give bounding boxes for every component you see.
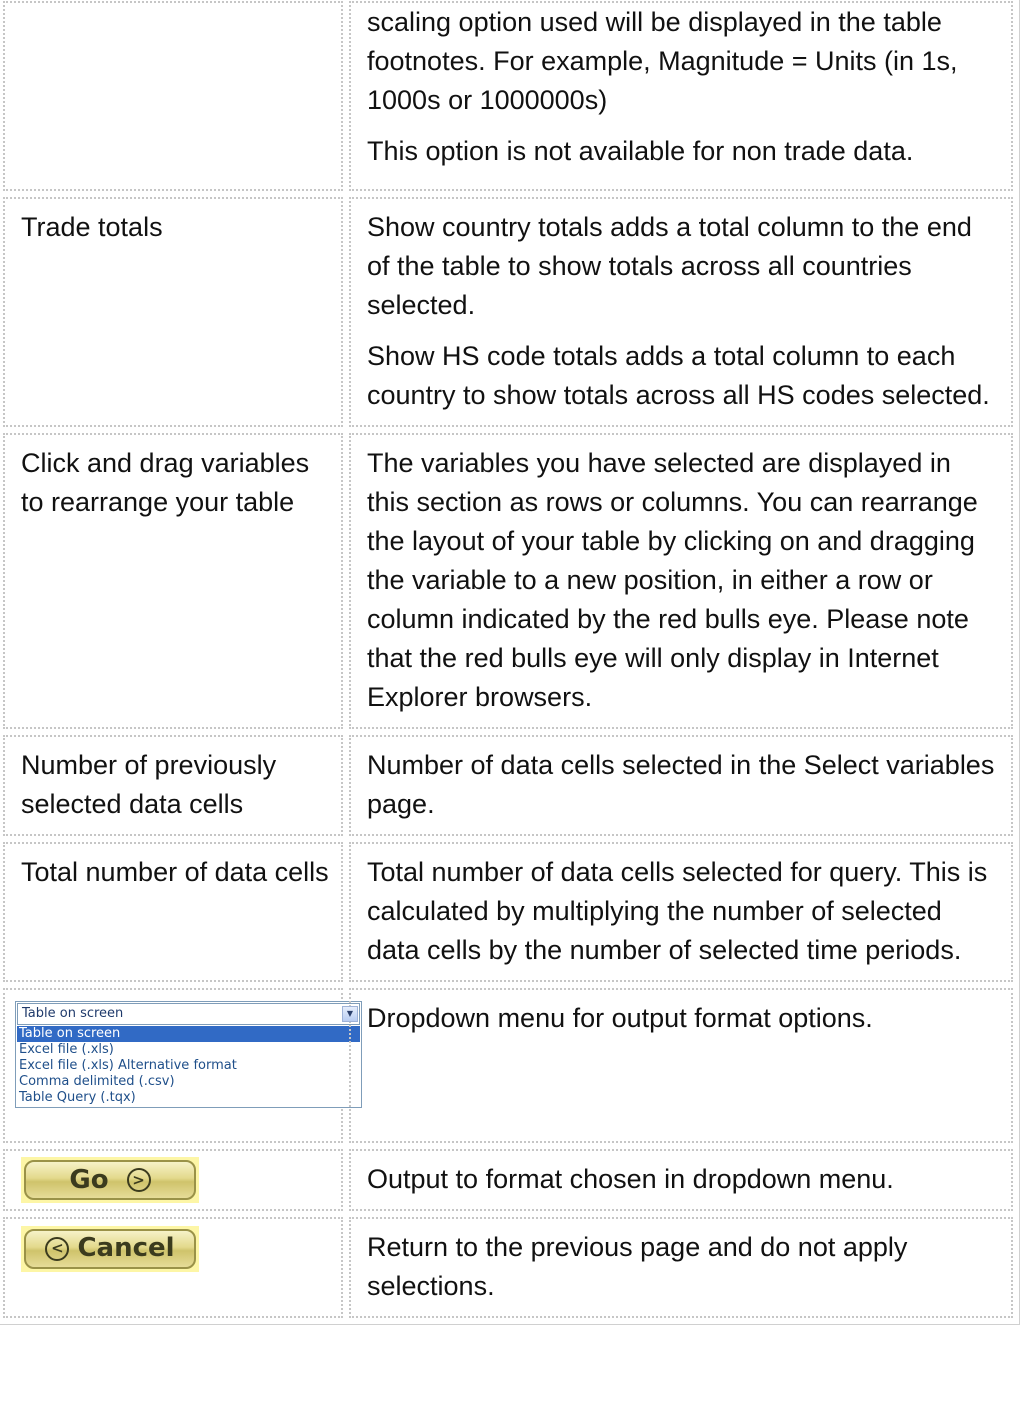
- row-label-cell: Trade totals: [3, 197, 343, 427]
- row-description-cell: Number of data cells selected in the Sel…: [349, 735, 1013, 836]
- dropdown-option[interactable]: Comma delimited (.csv): [17, 1074, 360, 1090]
- row-label: Number of previously selected data cells: [21, 750, 277, 819]
- row-description-cell: Total number of data cells selected for …: [349, 842, 1013, 982]
- row-label: Trade totals: [21, 212, 163, 242]
- table-row: < Cancel Return to the previous page and…: [3, 1217, 1013, 1318]
- table-row: Trade totals Show country totals adds a …: [3, 197, 1013, 427]
- description-paragraph: Output to format chosen in dropdown menu…: [367, 1164, 894, 1194]
- table-row: Number of previously selected data cells…: [3, 735, 1013, 836]
- row-label-cell: Table on screen ▼ Table on screen Excel …: [3, 988, 362, 1143]
- row-label-cell: [3, 1, 343, 191]
- row-label: Click and drag variables to rearrange yo…: [21, 448, 310, 517]
- table-row: Click and drag variables to rearrange yo…: [3, 433, 1013, 729]
- dropdown-option[interactable]: Excel file (.xls) Alternative format: [17, 1058, 360, 1074]
- description-paragraph: Show country totals adds a total column …: [367, 212, 972, 320]
- cancel-button-wrapper: < Cancel: [21, 1225, 199, 1272]
- help-table: scaling option used will be displayed in…: [0, 0, 1020, 1325]
- table-row: Total number of data cells Total number …: [3, 842, 1013, 982]
- row-label-cell: Number of previously selected data cells: [3, 735, 343, 836]
- description-paragraph: Show HS code totals adds a total column …: [367, 341, 990, 410]
- chevron-down-icon[interactable]: ▼: [342, 1006, 358, 1022]
- go-button[interactable]: Go >: [24, 1160, 196, 1200]
- output-format-select[interactable]: Table on screen ▼: [17, 1003, 360, 1025]
- dropdown-option-list: Table on screen Excel file (.xls) Excel …: [17, 1026, 360, 1106]
- description-paragraph: This option is not available for non tra…: [367, 136, 914, 166]
- dropdown-option[interactable]: Excel file (.xls): [17, 1042, 360, 1058]
- cancel-button-label: Cancel: [77, 1233, 175, 1263]
- dropdown-selected-value: Table on screen: [22, 1006, 124, 1021]
- arrow-left-circle-icon: <: [45, 1236, 70, 1261]
- go-button-label: Go: [69, 1164, 109, 1195]
- go-button-wrapper: Go >: [21, 1157, 199, 1203]
- output-format-dropdown[interactable]: Table on screen ▼ Table on screen Excel …: [15, 1001, 362, 1108]
- row-description-cell: Return to the previous page and do not a…: [349, 1217, 1013, 1318]
- row-label: Total number of data cells: [21, 857, 329, 887]
- description-paragraph: scaling option used will be displayed in…: [367, 7, 958, 115]
- row-description-cell: Dropdown menu for output format options.: [349, 988, 1013, 1143]
- row-description-cell: The variables you have selected are disp…: [349, 433, 1013, 729]
- row-description-cell: Output to format chosen in dropdown menu…: [349, 1149, 1013, 1211]
- description-paragraph: Dropdown menu for output format options.: [367, 1003, 873, 1033]
- row-description-cell: scaling option used will be displayed in…: [349, 1, 1013, 191]
- dropdown-option[interactable]: Table Query (.tqx): [17, 1090, 360, 1106]
- row-label-cell: Click and drag variables to rearrange yo…: [3, 433, 343, 729]
- row-description-cell: Show country totals adds a total column …: [349, 197, 1013, 427]
- cancel-button[interactable]: < Cancel: [24, 1228, 196, 1269]
- row-label-cell: Total number of data cells: [3, 842, 343, 982]
- table-row: Table on screen ▼ Table on screen Excel …: [3, 988, 1013, 1143]
- arrow-right-circle-icon: >: [126, 1168, 151, 1192]
- row-label-cell: < Cancel: [3, 1217, 343, 1318]
- dropdown-option[interactable]: Table on screen: [17, 1026, 360, 1042]
- description-paragraph: The variables you have selected are disp…: [367, 448, 978, 712]
- description-paragraph: Total number of data cells selected for …: [367, 857, 988, 965]
- description-paragraph: Return to the previous page and do not a…: [367, 1232, 908, 1301]
- row-label-cell: Go >: [3, 1149, 343, 1211]
- description-paragraph: Number of data cells selected in the Sel…: [367, 750, 995, 819]
- table-row: scaling option used will be displayed in…: [3, 1, 1013, 191]
- table-row: Go > Output to format chosen in dropdown…: [3, 1149, 1013, 1211]
